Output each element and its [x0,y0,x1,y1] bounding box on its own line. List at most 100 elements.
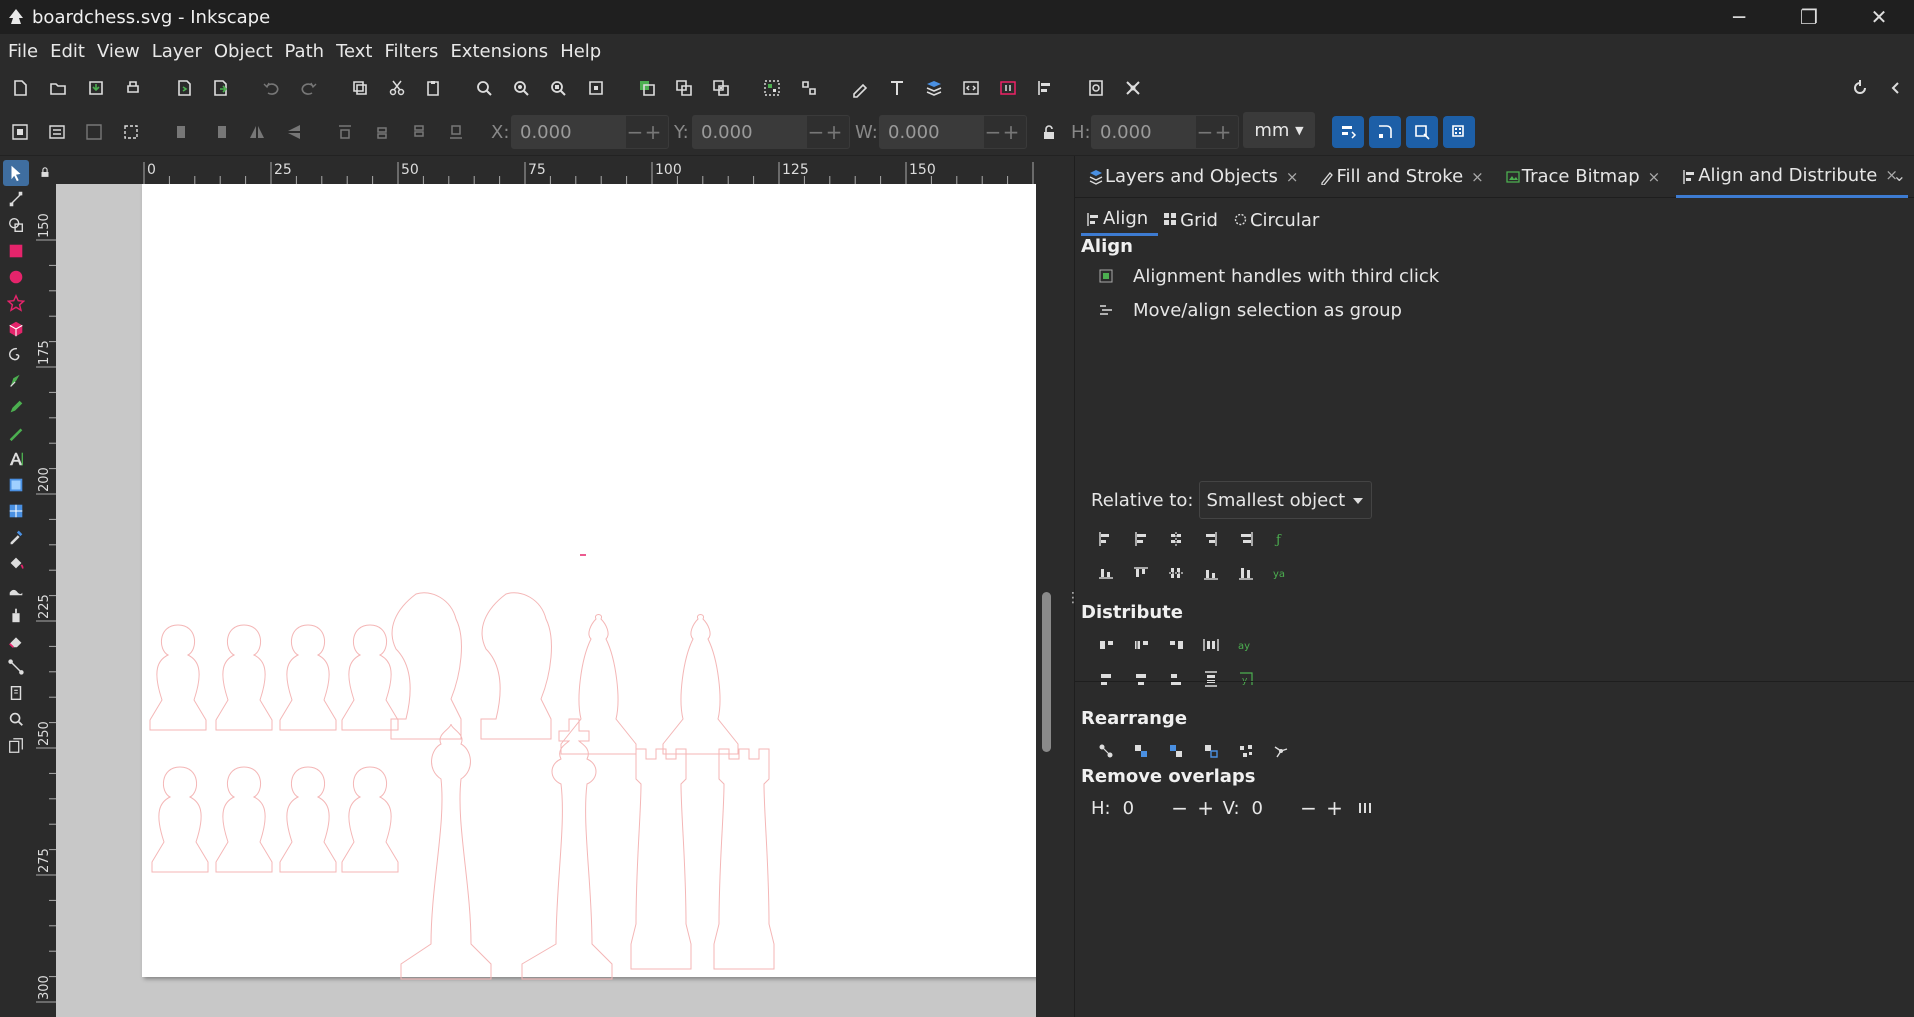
x-increment[interactable]: + [644,120,662,144]
pawn-outline[interactable] [279,624,337,731]
raise-icon[interactable] [369,119,395,145]
text-font-icon[interactable] [884,75,910,101]
menu-text[interactable]: Text [330,41,378,62]
rectangle-tool-icon[interactable] [3,238,29,264]
clone-icon[interactable] [671,75,697,101]
paste-icon[interactable] [420,75,446,101]
dropper-tool-icon[interactable] [3,524,29,550]
bishop-outline[interactable] [560,614,637,755]
vertical-ruler[interactable]: 150 175 200 225 250 275 300 [34,184,56,1017]
w-input[interactable] [880,116,984,148]
distribute-centers-horizontal-icon[interactable] [1130,634,1152,656]
align-left-edge-to-right-icon[interactable] [1235,528,1257,550]
exchange-stacking-order-icon[interactable] [1165,740,1187,762]
select-all-icon[interactable] [7,119,33,145]
h-spinbox[interactable]: − + [1091,115,1239,149]
menu-layer[interactable]: Layer [146,41,208,62]
align-distribute-icon[interactable] [1032,75,1058,101]
ungroup-icon[interactable] [796,75,822,101]
lock-ratio-icon[interactable] [1036,119,1062,145]
distribute-baselines-horizontal-icon[interactable]: ay [1235,634,1257,656]
menu-file[interactable]: File [2,41,44,62]
chess-pieces-drawing[interactable] [56,184,1036,1017]
exchange-clockwise-icon[interactable] [1200,740,1222,762]
calligraphy-tool-icon[interactable] [3,420,29,446]
rook-outline[interactable] [713,748,775,970]
subtab-grid[interactable]: Grid [1158,204,1228,236]
align-top-to-bottom-icon[interactable] [1235,562,1257,584]
document-properties-icon[interactable] [1083,75,1109,101]
tab-trace-bitmap[interactable]: Trace Bitmap × [1500,156,1670,198]
restore-button[interactable]: ❐ [1774,0,1844,34]
y-increment[interactable]: + [825,120,843,144]
import-icon[interactable] [171,75,197,101]
shape-builder-tool-icon[interactable] [3,212,29,238]
snap-toggle-icon[interactable] [1847,75,1873,101]
group-icon[interactable] [759,75,785,101]
deselect-icon[interactable] [81,119,107,145]
dock-menu-chevron-icon[interactable]: ⌄ [1893,166,1906,185]
exchange-selection-order-icon[interactable] [1130,740,1152,762]
export-icon[interactable] [207,75,233,101]
align-left-edges-icon[interactable] [1130,528,1152,550]
h-input[interactable] [1092,116,1196,148]
graph-layout-icon[interactable] [1095,740,1117,762]
distribute-gaps-horizontal-icon[interactable] [1200,634,1222,656]
transform-patterns-toggle[interactable] [1443,116,1475,148]
selector-tool-icon[interactable] [3,160,29,186]
pawn-outline[interactable] [341,624,399,731]
open-file-icon[interactable] [45,75,71,101]
pawn-outline[interactable] [215,624,273,731]
randomize-centers-icon[interactable] [1235,740,1257,762]
ellipse-tool-icon[interactable] [3,264,29,290]
distribute-left-edges-icon[interactable] [1095,634,1117,656]
redo-icon[interactable] [296,75,322,101]
menu-help[interactable]: Help [554,41,607,62]
overlap-h-decrement[interactable]: − [1167,796,1193,820]
select-all-layers-icon[interactable] [44,119,70,145]
rotate-ccw-icon[interactable] [170,119,196,145]
option-third-click[interactable]: Alignment handles with third click [1099,264,1439,288]
guide-lock-toggle[interactable] [34,160,56,184]
knight-outline[interactable] [480,592,552,740]
pawn-outline[interactable] [215,766,273,873]
overlap-v-increment[interactable]: + [1322,796,1348,820]
distribute-centers-vertical-icon[interactable] [1130,668,1152,690]
w-decrement[interactable]: − [984,120,1002,144]
align-bottom-edges-icon[interactable] [1200,562,1222,584]
touch-select-icon[interactable] [118,119,144,145]
rotate-cw-icon[interactable] [207,119,233,145]
drawing-canvas[interactable] [56,184,1036,1017]
overlap-v-decrement[interactable]: − [1296,796,1322,820]
bishop-outline[interactable] [662,614,739,755]
knight-outline[interactable] [390,592,462,740]
cut-icon[interactable] [384,75,410,101]
undo-icon[interactable] [258,75,284,101]
option-move-as-group[interactable]: Move/align selection as group [1099,298,1402,322]
center-horizontal-axis-icon[interactable] [1165,562,1187,584]
center-vertical-axis-icon[interactable] [1165,528,1187,550]
minimize-button[interactable]: ─ [1704,0,1774,34]
remove-overlaps-icon[interactable] [1356,799,1374,817]
x-input[interactable] [512,116,626,148]
distribute-baselines-vertical-icon[interactable]: y [1235,668,1257,690]
relative-to-dropdown[interactable]: Smallest object [1199,481,1373,519]
tab-fill-stroke[interactable]: Fill and Stroke × [1314,156,1493,198]
xml-editor-icon[interactable] [958,75,984,101]
layers-icon[interactable] [921,75,947,101]
transform-gradients-toggle[interactable] [1406,116,1438,148]
distribute-top-edges-icon[interactable] [1095,668,1117,690]
w-increment[interactable]: + [1002,120,1020,144]
zoom-drawing-icon[interactable] [508,75,534,101]
h-increment[interactable]: + [1214,120,1232,144]
3d-box-tool-icon[interactable] [3,316,29,342]
flip-horizontal-icon[interactable] [244,119,270,145]
unlink-clone-icon[interactable] [708,75,734,101]
pawn-outline[interactable] [341,766,399,873]
rook-outline[interactable] [630,748,692,970]
pawn-outline[interactable] [279,766,337,873]
eraser-tool-icon[interactable] [3,628,29,654]
queen-outline[interactable] [400,723,492,980]
menu-extensions[interactable]: Extensions [444,41,554,62]
menu-object[interactable]: Object [208,41,279,62]
